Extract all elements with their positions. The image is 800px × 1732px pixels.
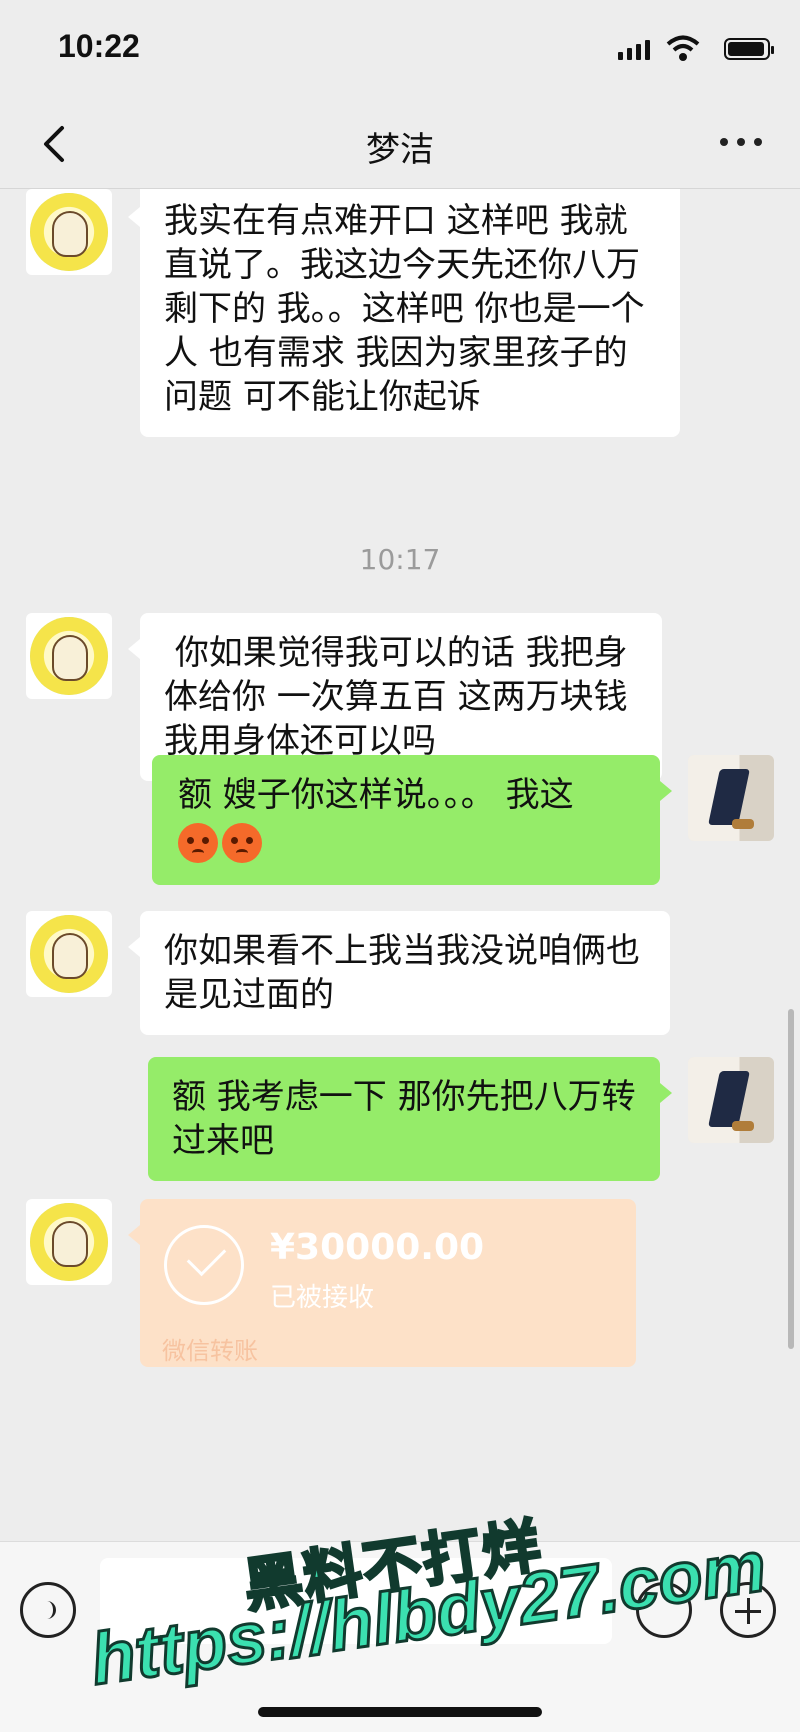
message-bubble-outgoing[interactable]: 额 嫂子你这样说。。。 我这 <box>152 755 672 885</box>
contact-avatar[interactable] <box>26 189 112 275</box>
more-options-icon[interactable] <box>720 138 762 146</box>
contact-avatar[interactable] <box>26 613 112 699</box>
transfer-status: 已被接收 <box>270 1283 375 1313</box>
message-bubble-incoming[interactable]: 你如果看不上我当我没说咱俩也是见过面的 <box>128 911 670 1035</box>
voice-input-icon[interactable] <box>20 1582 76 1638</box>
chat-header: 梦洁 <box>0 100 800 189</box>
checkmark-icon <box>164 1225 244 1305</box>
message-timestamp: 10:17 <box>359 543 441 576</box>
chat-title: 梦洁 <box>366 130 434 170</box>
message-text: 额 嫂子你这样说。。。 我这 <box>178 775 574 815</box>
my-avatar[interactable] <box>688 755 774 841</box>
home-indicator[interactable] <box>258 1707 542 1717</box>
wifi-icon <box>666 35 700 61</box>
message-text: 额 我考虑一下 那你先把八万转过来吧 <box>172 1077 636 1161</box>
cold-sweat-emoji-icon <box>178 822 218 863</box>
transfer-amount: ¥30000.00 <box>270 1227 485 1268</box>
status-bar: 10:22 <box>0 0 800 100</box>
scrollbar[interactable] <box>788 1009 794 1349</box>
message-list[interactable]: 我实在有点难开口 这样吧 我就直说了。我这边今天先还你八万 剩下的 我。。这样吧… <box>0 189 800 1541</box>
message-bubble-incoming[interactable]: 我实在有点难开口 这样吧 我就直说了。我这边今天先还你八万 剩下的 我。。这样吧… <box>128 189 680 437</box>
wechat-transfer-card[interactable]: ¥30000.00 已被接收 微信转账 <box>128 1199 636 1367</box>
message-text: 你如果觉得我可以的话 我把身体给你 一次算五百 这两万块钱我用身体还可以吗 <box>164 633 628 761</box>
message-bubble-outgoing[interactable]: 额 我考虑一下 那你先把八万转过来吧 <box>148 1057 672 1181</box>
message-text: 我实在有点难开口 这样吧 我就直说了。我这边今天先还你八万 剩下的 我。。这样吧… <box>164 201 651 417</box>
contact-avatar[interactable] <box>26 1199 112 1285</box>
status-time: 10:22 <box>58 28 140 64</box>
message-text: 你如果看不上我当我没说咱俩也是见过面的 <box>164 931 640 1015</box>
contact-avatar[interactable] <box>26 911 112 997</box>
my-avatar[interactable] <box>688 1057 774 1143</box>
battery-icon <box>724 38 774 60</box>
signal-icon <box>618 40 650 60</box>
cold-sweat-emoji-icon <box>222 822 262 863</box>
transfer-label: 微信转账 <box>162 1337 258 1365</box>
